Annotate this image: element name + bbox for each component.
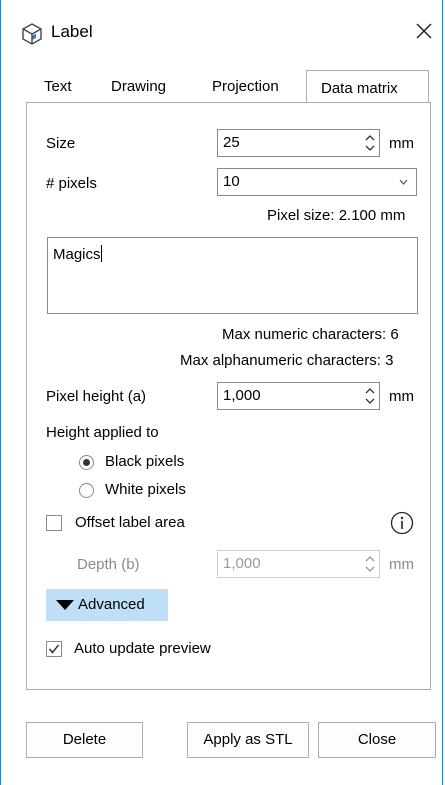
spinner-icon[interactable] [364,554,376,574]
pixel-height-label: Pixel height (a) [46,388,147,405]
spinner-icon[interactable] [364,386,376,406]
advanced-label: Advanced [78,596,145,613]
max-numeric-text: Max numeric characters: 6 [222,326,399,343]
offset-label-text: Offset label area [75,514,185,531]
size-value: 25 [223,134,240,151]
pixels-value: 10 [223,173,240,190]
chevron-down-icon [399,179,408,185]
pixel-height-unit: mm [389,388,414,405]
pixel-height-value: 1,000 [223,387,261,404]
depth-unit: mm [389,556,414,573]
cube-icon [22,23,42,45]
size-unit: mm [389,135,414,152]
triangle-down-icon [56,600,74,610]
size-input[interactable]: 25 [217,129,380,157]
info-icon[interactable] [390,511,414,535]
tab-strip: Text Drawing Projection Data matrix [26,70,431,103]
text-cursor [100,245,102,262]
max-alphanumeric-text: Max alphanumeric characters: 3 [180,352,394,369]
offset-label-checkbox[interactable] [46,515,62,531]
tab-drawing[interactable]: Drawing [111,78,166,95]
apply-as-stl-button[interactable]: Apply as STL [187,722,309,758]
pixels-label: # pixels [46,175,97,192]
auto-update-label: Auto update preview [74,640,211,657]
label-dialog: Label Text Drawing Projection Data matri… [0,0,443,785]
pixel-size-readout: Pixel size: 2.100 mm [267,207,406,224]
data-text-area[interactable]: Magics [47,237,418,314]
tab-text[interactable]: Text [44,78,72,95]
pixel-height-input[interactable]: 1,000 [217,382,380,410]
white-pixels-label: White pixels [105,481,186,498]
close-button[interactable]: Close [318,722,436,758]
spinner-icon[interactable] [364,133,376,153]
auto-update-checkbox[interactable] [46,641,62,657]
delete-button[interactable]: Delete [26,722,143,758]
checkmark-icon [48,644,60,654]
data-text-value: Magics [53,246,101,263]
pixels-dropdown[interactable]: 10 [217,168,417,196]
tab-projection[interactable]: Projection [212,78,279,95]
white-pixels-radio[interactable] [79,483,94,498]
title-bar: Label [1,0,442,64]
depth-value: 1,000 [223,555,261,572]
depth-label: Depth (b) [77,556,140,573]
black-pixels-label: Black pixels [105,453,185,470]
depth-input[interactable]: 1,000 [217,550,380,578]
window-title: Label [51,22,93,41]
black-pixels-radio[interactable] [79,455,94,470]
advanced-toggle-button[interactable]: Advanced [46,589,168,621]
size-label: Size [46,135,76,152]
close-icon[interactable] [409,16,439,46]
data-matrix-panel: Size 25 mm # pixels 10 Pixel size: 2.100… [26,102,431,690]
tab-data-matrix[interactable]: Data matrix [306,70,429,102]
height-applied-label: Height applied to [46,424,159,441]
